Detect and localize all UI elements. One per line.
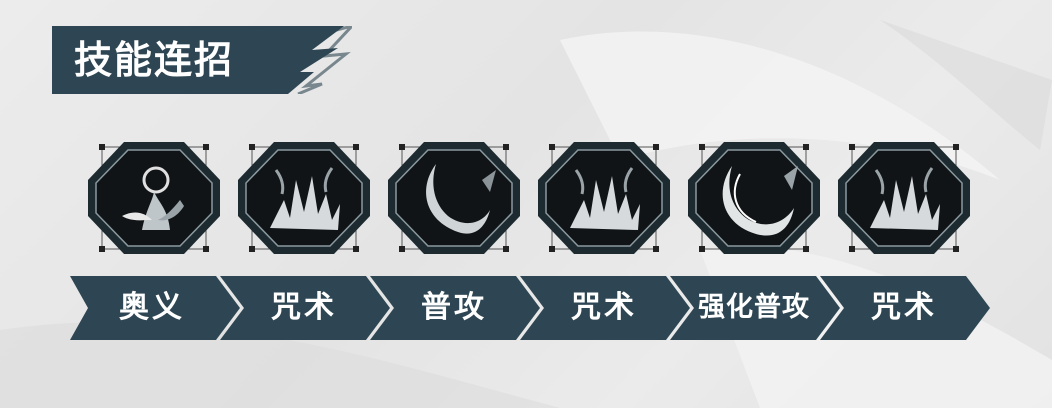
ultimate-flame-orb-icon: [88, 142, 220, 254]
skill-icon-2: [236, 140, 372, 256]
skill-icon-1: [86, 140, 222, 256]
sequence-step-3: 普攻: [370, 276, 540, 340]
sequence-step-label: 奥义: [119, 290, 185, 325]
spell-burst-icon: [538, 142, 670, 254]
enhanced-attack-slash-icon: [688, 142, 820, 254]
skill-icon-6: [836, 140, 972, 256]
sequence-step-label: 强化普攻: [698, 292, 810, 323]
sequence-step-5: 强化普攻: [670, 276, 840, 340]
sequence-step-label: 咒术: [571, 290, 637, 325]
normal-attack-slash-icon: [388, 142, 520, 254]
page-title: 技能连招: [74, 38, 235, 82]
sequence-step-1: 奥义: [70, 276, 240, 340]
sequence-step-6: 咒术: [820, 276, 990, 340]
sequence-step-4: 咒术: [520, 276, 690, 340]
skill-sequence: 奥义 咒术 普攻 咒术 强化普攻 咒术: [70, 276, 990, 340]
spell-burst-icon: [238, 142, 370, 254]
sequence-step-label: 普攻: [421, 290, 487, 325]
skill-icon-4: [536, 140, 672, 256]
title-banner: 技能连招: [52, 26, 352, 94]
sequence-step-label: 咒术: [271, 290, 337, 325]
skill-icon-3: [386, 140, 522, 256]
spell-burst-icon: [838, 142, 970, 254]
skill-icon-5: [686, 140, 822, 256]
sequence-step-label: 咒术: [871, 290, 937, 325]
sequence-step-2: 咒术: [220, 276, 390, 340]
